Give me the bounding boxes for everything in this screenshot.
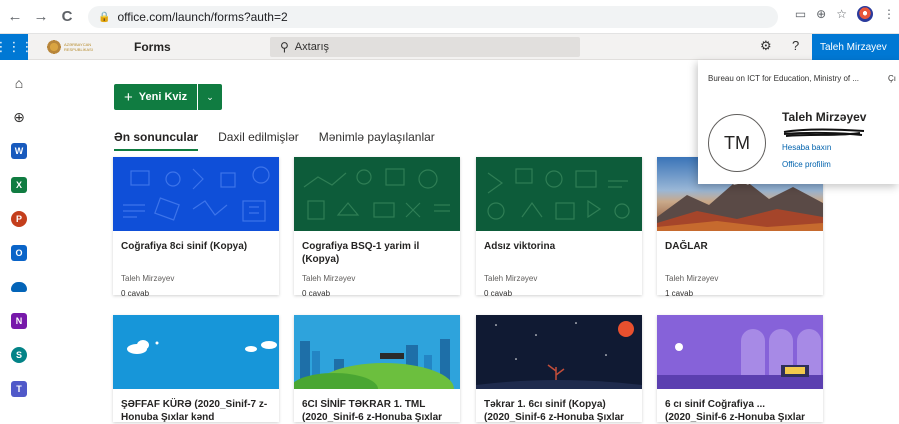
new-quiz-label: Yeni Kviz — [138, 91, 188, 103]
form-thumbnail — [113, 315, 279, 389]
search-box[interactable]: ⚲ Axtarış — [270, 37, 580, 57]
form-title: Coğrafiya 8ci sinif (Kopya) — [121, 241, 248, 252]
home-icon[interactable]: ⌂ — [10, 74, 28, 92]
lock-icon: 🔒 — [98, 11, 111, 23]
app-launcher-icon[interactable]: ⋮⋮⋮ — [0, 34, 34, 60]
form-owner: Taleh Mirzəyev — [121, 274, 175, 283]
view-account-link[interactable]: Hesaba baxın — [782, 143, 831, 152]
address-bar[interactable]: 🔒 office.com/launch/forms?auth=2 — [88, 6, 778, 28]
back-button[interactable]: ← — [4, 6, 26, 28]
sharepoint-icon[interactable]: S — [10, 346, 28, 364]
form-responses: 0 cavab — [302, 289, 331, 298]
flyout-user-name: Taleh Mirzəyev — [782, 110, 867, 124]
settings-gear-icon[interactable]: ⚙ — [760, 38, 772, 54]
form-thumbnail — [294, 315, 460, 389]
form-title: Adsız viktorina — [484, 241, 556, 252]
plus-icon: + — [124, 88, 133, 106]
form-responses: 1 cavab — [665, 289, 694, 298]
office-profile-link[interactable]: Office profilim — [782, 160, 831, 169]
search-icon: ⚲ — [280, 40, 289, 54]
org-logo-text: AZƏRBAYCAN RESPUBLİKASI TƏHSİL NAZİRLİYİ — [64, 42, 93, 52]
app-name[interactable]: Forms — [134, 40, 171, 54]
new-quiz-button[interactable]: + Yeni Kviz — [114, 84, 198, 110]
word-icon[interactable]: W — [10, 142, 28, 160]
form-title: DAĞLAR — [665, 241, 708, 252]
form-card[interactable]: Coğrafiya 8ci sinif (Kopya) Taleh Mirzəy… — [113, 157, 279, 298]
flyout-org-name: Bureau on ICT for Education, Ministry of… — [708, 74, 860, 83]
form-card[interactable]: ŞƏFFAF KÜRƏ (2020_Sinif-7 z-Honuba Şıxla… — [113, 315, 279, 423]
form-responses: 0 cavab — [484, 289, 513, 298]
add-icon[interactable]: ⊕ — [10, 108, 28, 126]
search-placeholder: Axtarış — [294, 41, 330, 53]
form-owner: Taleh Mirzəyev — [665, 274, 719, 283]
form-title: Cografiya BSQ-1 yarim il (Kopya) — [302, 241, 420, 265]
browser-toolbar: ← → C 🔒 office.com/launch/forms?auth=2 ▭… — [0, 0, 899, 34]
forms-tabs: Ən sonuncular Daxil edilmişlər Mənimlə p… — [114, 130, 435, 151]
user-label: Taleh Mirzayev — [820, 41, 887, 53]
form-owner: Taleh Mirzəyev — [302, 274, 356, 283]
account-button[interactable]: Taleh Mirzayev — [812, 34, 899, 60]
form-thumbnail — [476, 157, 642, 231]
org-logo[interactable] — [46, 39, 62, 55]
extension-icon[interactable] — [857, 6, 873, 22]
sign-out-link[interactable]: Çı — [888, 74, 896, 83]
bookmark-star-icon[interactable]: ☆ — [836, 7, 847, 21]
form-title: 6CI SİNİF TƏKRAR 1. TML (2020_Sinif-6 z-… — [302, 399, 443, 423]
cast-icon[interactable]: ▭ — [795, 7, 806, 21]
tab-recent[interactable]: Ən sonuncular — [114, 130, 199, 151]
form-thumbnail — [476, 315, 642, 389]
form-card[interactable]: Adsız viktorina Taleh Mirzəyev 0 cavab — [476, 157, 642, 298]
form-title: ŞƏFFAF KÜRƏ (2020_Sinif-7 z-Honuba Şıxla… — [121, 399, 268, 423]
form-card[interactable]: Təkrar 1. 6cı sinif (Kopya) (2020_Sinif-… — [476, 315, 642, 423]
zoom-icon[interactable]: ⊕ — [816, 7, 826, 21]
reload-button[interactable]: C — [56, 6, 78, 28]
outlook-icon[interactable]: O — [10, 244, 28, 262]
avatar[interactable]: TM — [708, 114, 766, 172]
onedrive-icon[interactable] — [10, 278, 28, 296]
avatar-initials: TM — [724, 132, 750, 153]
form-card[interactable]: Cografiya BSQ-1 yarim il (Kopya) Taleh M… — [294, 157, 460, 298]
office-header: ⋮⋮⋮ AZƏRBAYCAN RESPUBLİKASI TƏHSİL NAZİR… — [0, 34, 899, 60]
form-card[interactable]: 6 cı sinif Coğrafiya ... (2020_Sinif-6 z… — [657, 315, 823, 423]
form-thumbnail — [113, 157, 279, 231]
account-flyout: Bureau on ICT for Education, Ministry of… — [698, 60, 899, 184]
form-owner: Taleh Mirzəyev — [484, 274, 538, 283]
form-title: 6 cı sinif Coğrafiya ... (2020_Sinif-6 z… — [665, 399, 806, 423]
help-icon[interactable]: ? — [792, 38, 799, 53]
powerpoint-icon[interactable]: P — [10, 210, 28, 228]
browser-menu-icon[interactable]: ⋮ — [883, 7, 895, 21]
teams-icon[interactable]: T — [10, 380, 28, 398]
form-thumbnail — [294, 157, 460, 231]
url-text: office.com/launch/forms?auth=2 — [117, 10, 288, 24]
new-quiz-split-button: + Yeni Kviz ⌄ — [114, 84, 223, 110]
app-rail: ⌂ ⊕ W X P O N S T — [0, 60, 38, 422]
form-responses: 0 cavab — [121, 289, 150, 298]
tab-imported[interactable]: Daxil edilmişlər — [218, 130, 299, 151]
form-thumbnail — [657, 315, 823, 389]
onenote-icon[interactable]: N — [10, 312, 28, 330]
form-title: Təkrar 1. 6cı sinif (Kopya) (2020_Sinif-… — [484, 399, 625, 423]
new-quiz-dropdown-chevron-icon[interactable]: ⌄ — [198, 84, 223, 110]
form-card[interactable]: 6CI SİNİF TƏKRAR 1. TML (2020_Sinif-6 z-… — [294, 315, 460, 423]
forward-button[interactable]: → — [30, 6, 52, 28]
tab-shared-with-me[interactable]: Mənimlə paylaşılanlar — [319, 130, 435, 151]
excel-icon[interactable]: X — [10, 176, 28, 194]
redacted-email-scribble — [783, 128, 865, 137]
